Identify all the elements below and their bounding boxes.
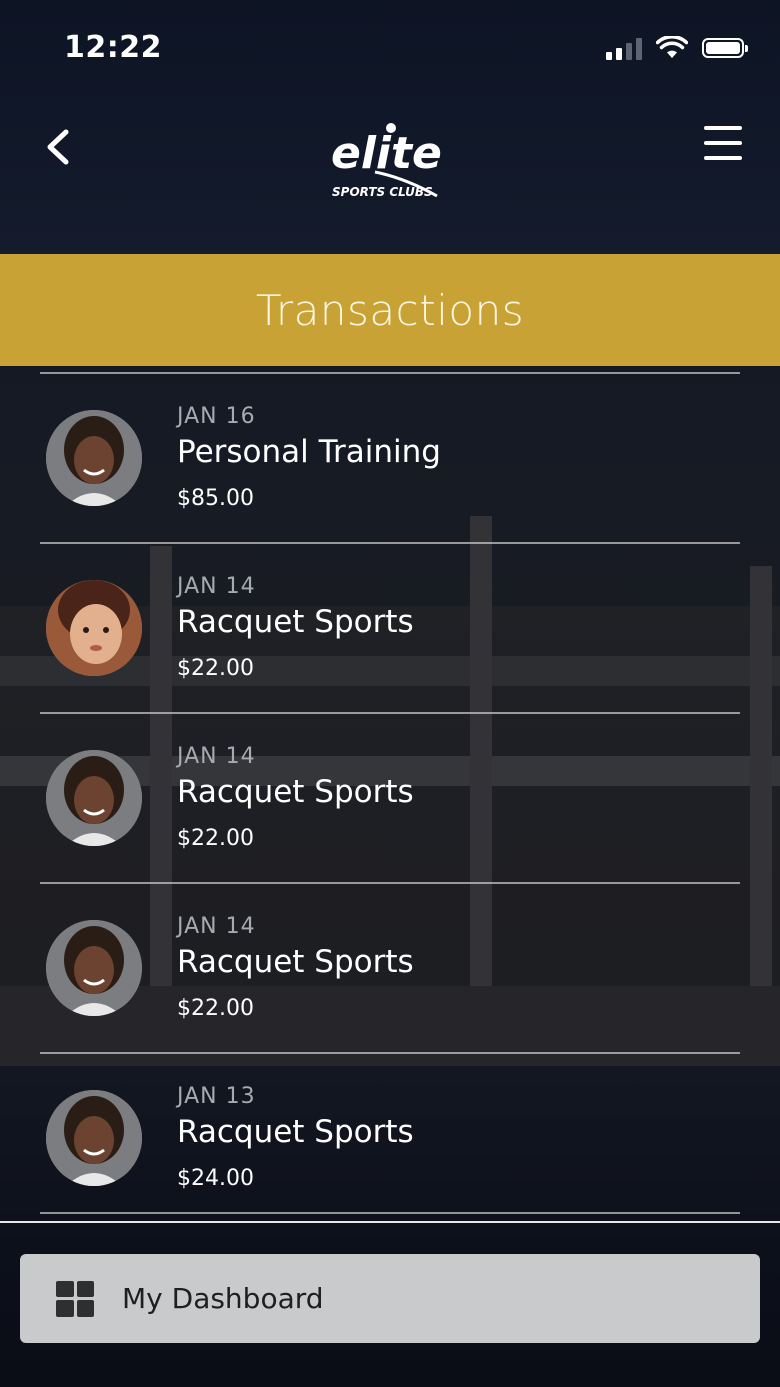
transaction-amount: $24.00 — [177, 1166, 254, 1191]
avatar — [46, 410, 142, 506]
battery-icon — [702, 38, 748, 58]
transaction-row[interactable]: JAN 14 Racquet Sports $22.00 — [40, 712, 740, 882]
transaction-date: JAN 14 — [177, 914, 256, 939]
my-dashboard-label: My Dashboard — [122, 1282, 324, 1315]
transaction-amount: $85.00 — [177, 486, 254, 511]
transaction-amount: $22.00 — [177, 656, 254, 681]
my-dashboard-button[interactable]: My Dashboard — [20, 1254, 760, 1343]
avatar — [46, 580, 142, 676]
transaction-date: JAN 14 — [177, 744, 256, 769]
chevron-left-icon — [47, 129, 69, 165]
transaction-amount: $22.00 — [177, 996, 254, 1021]
transaction-name: Racquet Sports — [177, 774, 414, 810]
avatar — [46, 1090, 142, 1186]
status-time: 12:22 — [64, 30, 162, 65]
cellular-signal-icon — [606, 36, 642, 60]
svg-text:elite: elite — [331, 128, 442, 179]
transaction-name: Personal Training — [177, 434, 441, 470]
transaction-date: JAN 16 — [177, 404, 256, 429]
page-title: Transactions — [255, 285, 525, 335]
avatar — [46, 920, 142, 1016]
grid-icon — [56, 1280, 94, 1317]
transaction-row[interactable]: JAN 16 Personal Training $85.00 — [40, 372, 740, 542]
transaction-date: JAN 13 — [177, 1084, 256, 1109]
avatar — [46, 750, 142, 846]
transaction-list: JAN 16 Personal Training $85.00 JAN 14 R… — [0, 372, 780, 1222]
footer-divider — [0, 1221, 780, 1223]
wifi-icon — [656, 36, 688, 58]
hamburger-menu-icon — [704, 126, 742, 130]
back-button[interactable] — [40, 122, 80, 172]
transaction-row[interactable]: JAN 14 Racquet Sports $22.00 — [40, 542, 740, 712]
status-icons — [606, 36, 748, 60]
transaction-amount: $22.00 — [177, 826, 254, 851]
transaction-date: JAN 14 — [177, 574, 256, 599]
transaction-name: Racquet Sports — [177, 1114, 414, 1150]
menu-button[interactable] — [704, 126, 742, 160]
svg-text:SPORTS CLUBS: SPORTS CLUBS — [332, 185, 433, 199]
transaction-name: Racquet Sports — [177, 604, 414, 640]
transaction-row[interactable]: JAN 14 Racquet Sports $22.00 — [40, 882, 740, 1052]
page-title-banner: Transactions — [0, 254, 780, 366]
transaction-name: Racquet Sports — [177, 944, 414, 980]
transaction-row[interactable]: JAN 13 Racquet Sports $24.00 — [40, 1052, 740, 1222]
list-divider — [40, 1212, 740, 1214]
top-bar: 12:22 elite SPORTS CLUBS — [0, 0, 780, 254]
elite-sports-clubs-logo: elite SPORTS CLUBS — [325, 120, 455, 204]
